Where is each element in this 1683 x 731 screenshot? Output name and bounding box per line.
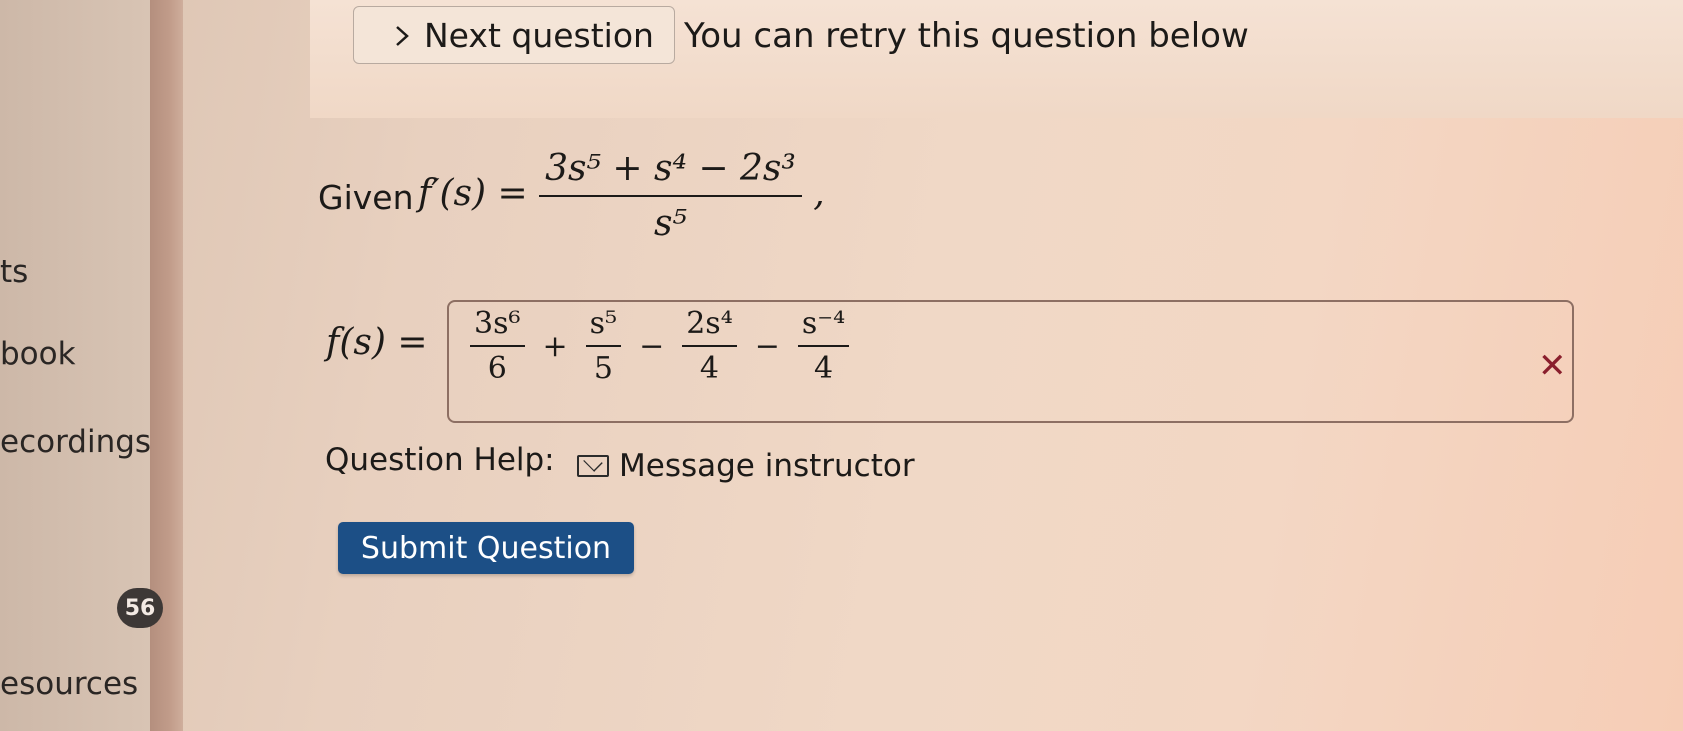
notification-badge: 56 <box>117 588 163 628</box>
given-lhs: f′(s) = <box>418 173 528 214</box>
answer-term-den: 4 <box>699 351 720 386</box>
answer-term-den: 6 <box>487 351 507 386</box>
given-denominator: s⁵ <box>653 203 687 244</box>
given-equation: f′(s) = 3s⁵ + s⁴ − 2s³ s⁵ , <box>418 148 825 244</box>
envelope-icon <box>577 455 609 477</box>
sidebar-item-1[interactable]: ts <box>0 254 28 290</box>
sidebar-item-resources[interactable]: esources <box>0 666 138 702</box>
answer-term-num: s⁻⁴ <box>797 306 850 347</box>
message-instructor-label: Message instructor <box>619 448 915 484</box>
answer-term-num: s⁵ <box>585 306 622 347</box>
question-help-label: Question Help: <box>325 442 555 478</box>
next-question-button[interactable]: Next question <box>353 6 675 64</box>
answer-term: s⁻⁴ 4 <box>797 306 850 386</box>
answer-term-den: 4 <box>813 351 834 386</box>
answer-term-den: 5 <box>593 351 613 386</box>
answer-term-num: 2s⁴ <box>682 306 737 347</box>
submit-question-button[interactable]: Submit Question <box>338 522 634 574</box>
answer-lhs: f(s) = <box>326 322 428 363</box>
answer-term-num: 3s⁶ <box>470 306 525 347</box>
retry-notice: You can retry this question below <box>684 16 1249 56</box>
sidebar-item-book[interactable]: book <box>0 336 76 372</box>
given-numerator: 3s⁵ + s⁴ − 2s³ <box>539 148 802 197</box>
given-trailing: , <box>813 173 825 214</box>
next-question-label: Next question <box>424 15 654 55</box>
answer-operator: − <box>754 328 780 364</box>
answer-term: 2s⁴ 4 <box>682 306 737 386</box>
message-instructor-link[interactable]: Message instructor <box>577 448 915 484</box>
given-label: Given <box>318 178 414 217</box>
answer-operator: − <box>639 328 665 364</box>
incorrect-x-icon: ✕ <box>1538 346 1567 386</box>
chevron-right-icon <box>394 16 410 55</box>
answer-operator: + <box>542 328 568 364</box>
answer-expression: 3s⁶ 6 + s⁵ 5 − 2s⁴ 4 − s⁻⁴ 4 <box>470 306 850 386</box>
given-fraction: 3s⁵ + s⁴ − 2s³ s⁵ <box>539 148 802 244</box>
answer-term: 3s⁶ 6 <box>470 306 525 386</box>
sidebar-item-recordings[interactable]: ecordings <box>0 424 151 460</box>
answer-term: s⁵ 5 <box>585 306 622 386</box>
